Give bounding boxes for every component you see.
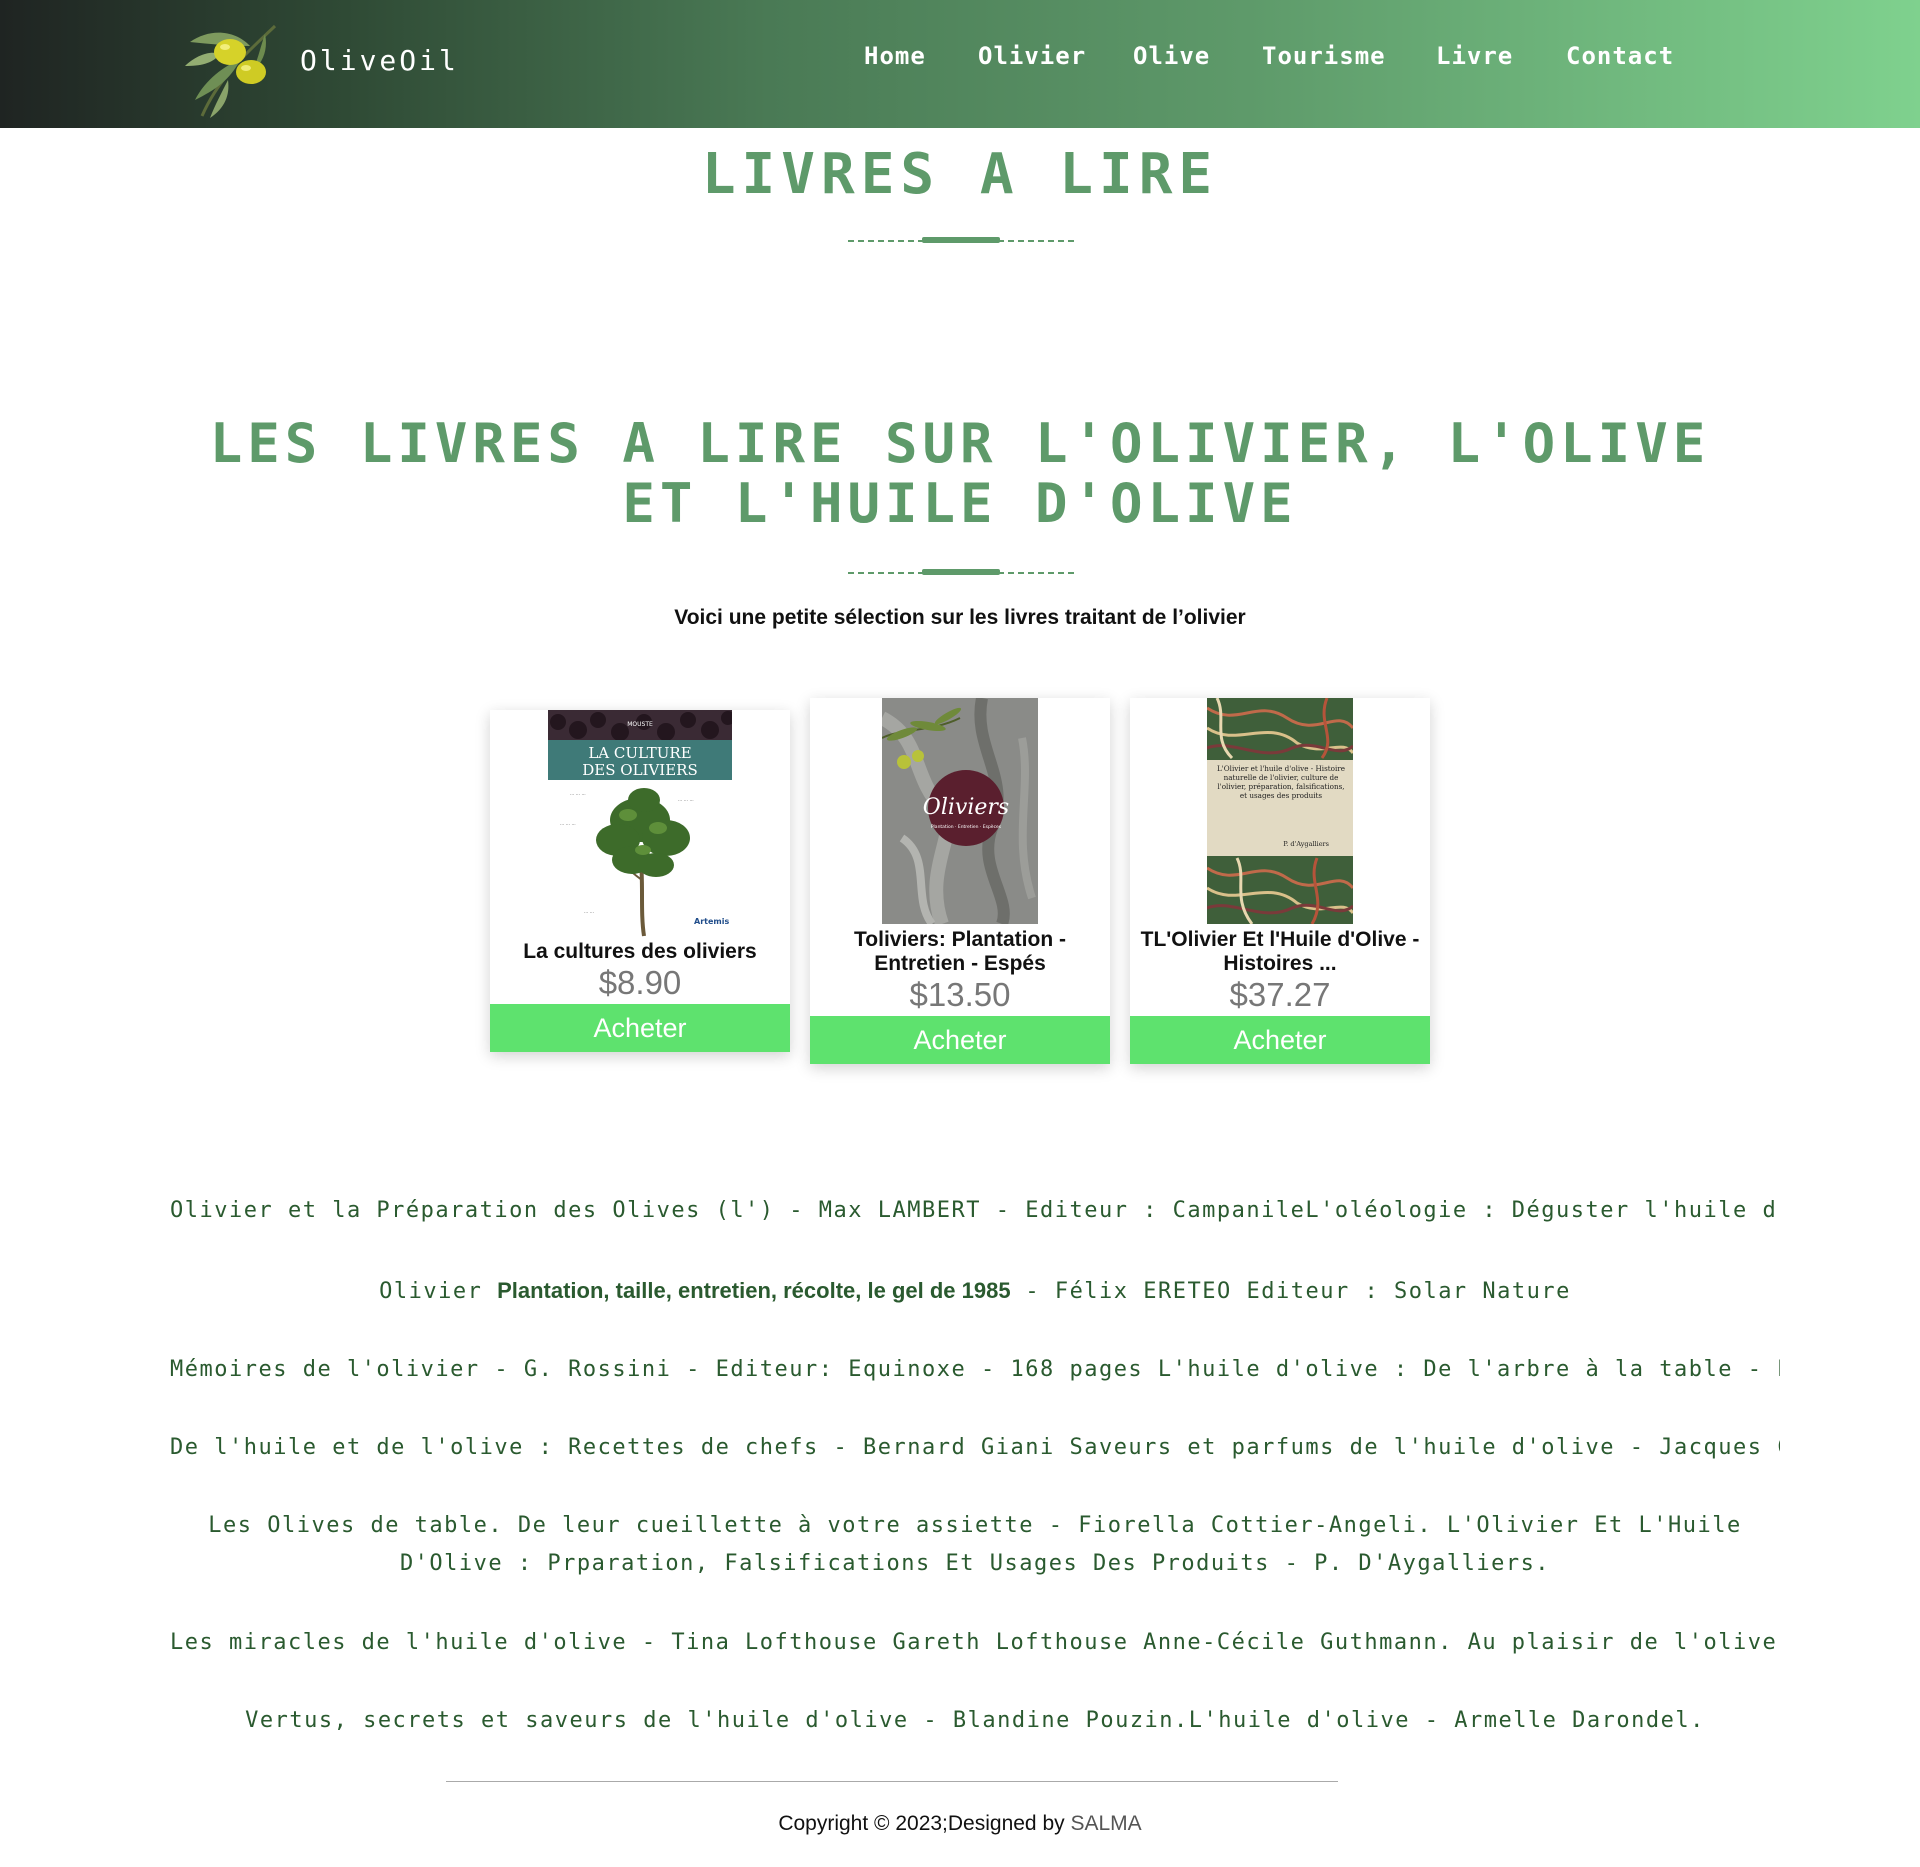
book-price: $8.90 [598, 964, 682, 1001]
svg-text:··· ··· ···: ··· ··· ··· [560, 823, 576, 828]
section-divider [848, 568, 1074, 576]
title-divider [848, 236, 1074, 244]
svg-text:··· ···: ··· ··· [584, 911, 594, 916]
book-list-line: Mémoires de l'olivier - G. Rossini - Edi… [170, 1357, 1780, 1382]
book-cover-oliviers: Oliviers Plantation · Entretien · Espèce… [882, 698, 1038, 924]
svg-text:··· ··· ···: ··· ··· ··· [678, 799, 694, 804]
nav-livre[interactable]: Livre [1436, 42, 1513, 70]
book-title: Toliviers: Plantation - Entretien - Espé… [854, 928, 1066, 975]
footer: Copyright © 2023;Designed by SALMA [0, 1812, 1920, 1836]
designer-name: SALMA [1070, 1812, 1142, 1835]
footer-divider [446, 1781, 1338, 1782]
nav-olivier[interactable]: Olivier [978, 42, 1086, 70]
nav-home[interactable]: Home [864, 42, 926, 70]
buy-button[interactable]: Acheter [1130, 1016, 1430, 1064]
book-list-line: Olivier Plantation, taille, entretien, r… [379, 1278, 1571, 1304]
book-list-line: Les miracles de l'huile d'olive - Tina L… [170, 1630, 1780, 1655]
svg-text:Artemis: Artemis [694, 917, 729, 926]
buy-button[interactable]: Acheter [810, 1016, 1110, 1064]
nav-tourisme[interactable]: Tourisme [1262, 42, 1386, 70]
book-cover-huile-olive: L'Olivier et l'huile d'olive - Histoire … [1207, 698, 1353, 924]
brand-name[interactable]: OliveOil [300, 44, 459, 77]
olive-branch-logo-icon[interactable] [180, 20, 280, 120]
svg-text:Oliviers: Oliviers [923, 795, 1009, 820]
nav-contact[interactable]: Contact [1566, 42, 1674, 70]
page-title: LIVRES A LIRE [701, 142, 1219, 207]
book-list-line: De l'huile et de l'olive : Recettes de c… [170, 1435, 1780, 1460]
copyright-text: Copyright © 2023;Designed by [778, 1812, 1065, 1835]
book-title: La cultures des oliviers [523, 940, 757, 963]
nav-olive[interactable]: Olive [1133, 42, 1210, 70]
book-price: $37.27 [1229, 976, 1331, 1013]
svg-text:LA CULTURE: LA CULTURE [588, 744, 691, 762]
svg-text:Plantation · Entretien · Espèc: Plantation · Entretien · Espèces [931, 823, 1002, 830]
buy-button[interactable]: Acheter [490, 1004, 790, 1052]
site-header: OliveOil Home Olivier Olive Tourisme Liv… [0, 0, 1920, 128]
book-price: $13.50 [909, 976, 1011, 1013]
book-cover-culture-oliviers: MOUSTE LA CULTURE DES OLIVIERS ··· ··· ·… [548, 710, 732, 938]
book-card: Oliviers Plantation · Entretien · Espèce… [810, 698, 1110, 1064]
book-title: TL'Olivier Et l'Huile d'Olive - Histoire… [1140, 928, 1420, 975]
section-title: LES LIVRES A LIRE SUR L'OLIVIER, L'OLIVE… [209, 412, 1711, 535]
book-card: MOUSTE LA CULTURE DES OLIVIERS ··· ··· ·… [490, 710, 790, 1052]
book-list-line: Vertus, secrets et saveurs de l'huile d'… [245, 1708, 1705, 1733]
intro-text: Voici une petite sélection sur les livre… [674, 606, 1246, 629]
book-list-line: Les Olives de table. De leur cueillette … [208, 1513, 1742, 1576]
svg-text:P. d'Aygalliers: P. d'Aygalliers [1283, 840, 1329, 848]
book-card: L'Olivier et l'huile d'olive - Histoire … [1130, 698, 1430, 1064]
svg-text:MOUSTE: MOUSTE [627, 721, 653, 728]
svg-text:DES OLIVIERS: DES OLIVIERS [582, 761, 697, 779]
book-list-line: Olivier et la Préparation des Olives (l'… [170, 1198, 1780, 1223]
svg-text:··· ··· ···: ··· ··· ··· [570, 793, 586, 798]
